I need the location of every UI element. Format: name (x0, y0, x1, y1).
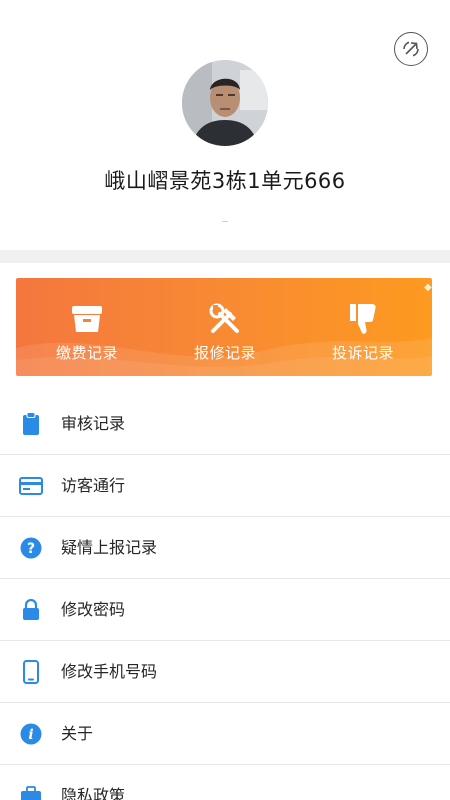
svg-text:i: i (28, 727, 33, 743)
menu-item-label: 审核记录 (61, 414, 126, 433)
repair-tools-icon (209, 303, 239, 333)
menu-item-about[interactable]: i 关于 (0, 703, 450, 765)
info-icon: i (20, 723, 42, 745)
svg-text:?: ? (27, 541, 35, 557)
card-icon (19, 477, 43, 495)
menu-item-visitor-pass[interactable]: 访客通行 (0, 455, 450, 517)
payment-box-icon (72, 306, 102, 332)
menu-item-review-records[interactable]: 审核记录 (0, 393, 450, 455)
menu-item-label: 修改密码 (61, 600, 126, 619)
phone-icon (23, 660, 39, 684)
divider-mark (222, 221, 228, 222)
quick-actions-banner: ◆ 缴费记录 报修记录 投诉记录 (16, 278, 432, 376)
section-gap (0, 250, 450, 263)
swap-arrows-icon (403, 41, 419, 57)
menu-item-label: 疑情上报记录 (61, 538, 158, 557)
menu-item-label: 访客通行 (61, 476, 126, 495)
question-circle-icon: ? (20, 537, 42, 559)
quick-action-complaint[interactable]: 投诉记录 (294, 278, 432, 376)
menu-item-suspicious-report[interactable]: ? 疑情上报记录 (0, 517, 450, 579)
quick-action-repair[interactable]: 报修记录 (156, 278, 294, 376)
briefcase-icon (21, 786, 41, 800)
clipboard-icon (23, 412, 39, 435)
avatar-photo (182, 60, 268, 146)
profile-header: 峨山嶍景苑3栋1单元666 (0, 0, 450, 250)
residence-address: 峨山嶍景苑3栋1单元666 (104, 169, 346, 193)
settings-menu: 审核记录 访客通行 ? 疑情上报记录 修改密码 修改手机号码 i 关于 隐私政策 (0, 393, 450, 800)
switch-account-button[interactable] (394, 32, 428, 66)
quick-action-payment[interactable]: 缴费记录 (18, 278, 156, 376)
avatar[interactable] (182, 60, 268, 146)
menu-item-label: 修改手机号码 (61, 662, 158, 681)
menu-item-change-phone[interactable]: 修改手机号码 (0, 641, 450, 703)
quick-action-label: 缴费记录 (55, 344, 118, 362)
menu-item-label: 关于 (61, 724, 94, 743)
menu-item-privacy-policy[interactable]: 隐私政策 (0, 765, 450, 800)
menu-item-label: 隐私政策 (61, 786, 126, 800)
quick-action-label: 报修记录 (193, 344, 256, 362)
quick-action-label: 投诉记录 (331, 344, 394, 362)
menu-item-change-password[interactable]: 修改密码 (0, 579, 450, 641)
lock-icon (23, 599, 39, 620)
thumbs-down-icon (350, 304, 376, 334)
